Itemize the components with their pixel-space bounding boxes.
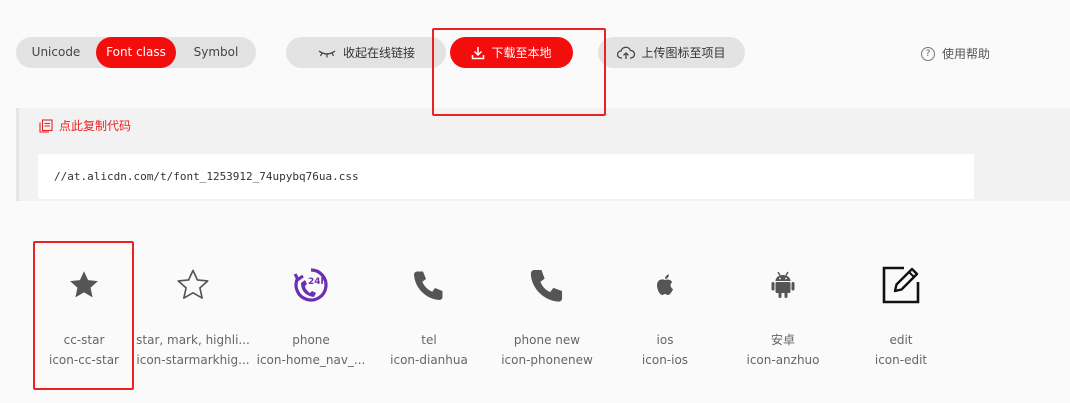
icon-grid: cc-star icon-cc-star star, mark, highli.…	[34, 260, 960, 370]
glyph-area	[842, 260, 960, 310]
icon-class-code: icon-starmarkhig...	[136, 353, 250, 367]
glyph-area	[134, 260, 252, 310]
cloud-upload-icon	[617, 46, 636, 59]
icon-card[interactable]: ios icon-ios	[606, 260, 724, 370]
download-local-button[interactable]: 下载至本地	[450, 37, 573, 68]
phone-new-icon	[530, 269, 563, 302]
question-icon: ?	[921, 46, 935, 61]
css-link-box[interactable]: //at.alicdn.com/t/font_1253912_74upybq76…	[38, 154, 974, 199]
icon-class-code: icon-cc-star	[49, 353, 119, 367]
glyph-area	[724, 260, 842, 310]
upload-to-project-label: 上传图标至项目	[641, 46, 726, 60]
upload-to-project-button[interactable]: 上传图标至项目	[598, 37, 745, 68]
glyph-area	[34, 260, 134, 310]
icon-class-code: icon-home_nav_...	[256, 353, 366, 367]
copy-code-label: 点此复制代码	[59, 119, 132, 133]
help-label: 使用帮助	[942, 47, 991, 61]
icon-card[interactable]: phone new icon-phonenew	[488, 260, 606, 370]
tab-symbol[interactable]: Symbol	[176, 37, 256, 68]
icon-card[interactable]: 安卓 icon-anzhuo	[724, 260, 842, 370]
phone-24h-icon: 24h	[293, 268, 328, 302]
apple-icon	[657, 274, 673, 295]
badge-24h: 24h	[308, 277, 327, 287]
icon-name: phone new	[513, 333, 581, 347]
download-local-label: 下载至本地	[491, 46, 552, 60]
glyph-area	[488, 260, 606, 310]
icon-class-code: icon-phonenew	[501, 353, 593, 367]
glyph-area	[370, 260, 488, 310]
icon-card[interactable]: edit icon-edit	[842, 260, 960, 370]
icon-name: ios	[656, 333, 674, 347]
android-icon	[771, 271, 795, 298]
glyph-area	[606, 260, 724, 310]
icon-class-code: icon-anzhuo	[746, 353, 820, 367]
icon-name: phone	[292, 333, 330, 347]
star-outline-icon	[177, 269, 209, 299]
icon-card[interactable]: tel icon-dianhua	[370, 260, 488, 370]
icon-card[interactable]: cc-star icon-cc-star	[34, 260, 134, 370]
font-type-tabs: Unicode Font class Symbol	[16, 37, 256, 68]
icon-name: 安卓	[770, 333, 795, 347]
download-icon	[472, 46, 485, 59]
copy-code-link[interactable]: 点此复制代码	[39, 117, 131, 134]
css-link-text: //at.alicdn.com/t/font_1253912_74upybq76…	[54, 170, 359, 183]
icon-name: edit	[889, 333, 913, 347]
tab-unicode[interactable]: Unicode	[16, 37, 96, 68]
glyph-area: 24h	[252, 260, 370, 310]
help-link[interactable]: ? 使用帮助	[921, 45, 990, 62]
tab-font-class[interactable]: Font class	[96, 37, 176, 68]
icon-class-code: icon-edit	[874, 353, 928, 367]
collapse-online-link-label: 收起在线链接	[342, 46, 415, 60]
icon-class-code: icon-ios	[641, 353, 689, 367]
icon-name: cc-star	[63, 333, 105, 347]
icon-class-code: icon-dianhua	[390, 353, 468, 367]
icon-card[interactable]: 24h phone icon-home_nav_...	[252, 260, 370, 370]
copy-icon	[39, 118, 53, 133]
closed-eye-icon	[318, 49, 336, 57]
star-filled-icon	[70, 271, 98, 298]
tel-icon	[414, 271, 443, 300]
icon-name: star, mark, highli...	[136, 333, 250, 347]
icon-name: tel	[421, 333, 437, 347]
collapse-online-link-button[interactable]: 收起在线链接	[286, 37, 446, 68]
edit-icon	[882, 266, 920, 304]
icon-card[interactable]: star, mark, highli... icon-starmarkhig..…	[134, 260, 252, 370]
